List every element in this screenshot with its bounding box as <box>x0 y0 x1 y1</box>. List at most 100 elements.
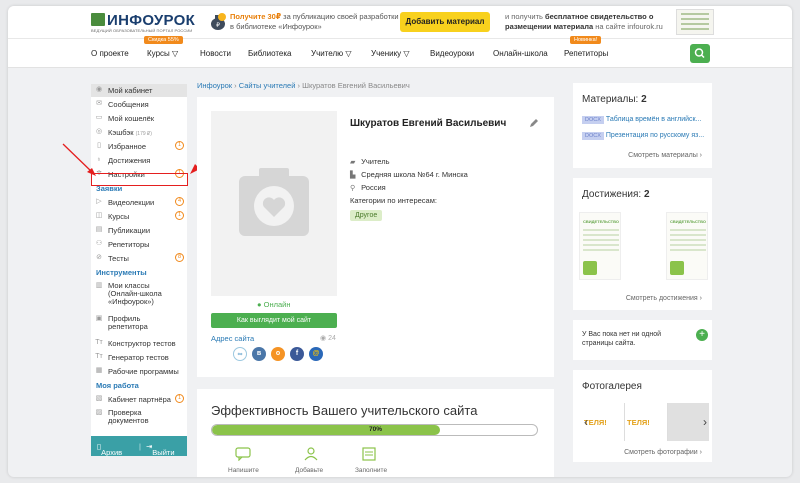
vk-icon[interactable]: в <box>252 347 266 361</box>
chevron-left-icon[interactable]: ‹ <box>582 414 590 430</box>
interest-tag[interactable]: Другое <box>350 210 383 221</box>
mail-icon[interactable]: @ <box>309 347 323 361</box>
nav-teacher[interactable]: Учителю ▽ <box>311 49 352 58</box>
sidebar-item-favorites[interactable]: ▯ Избранное 1 <box>91 140 187 153</box>
sidebar-item-tutor-profile[interactable]: ▣ Профиль репетитора <box>91 313 187 333</box>
sidebar-item-messages[interactable]: ✉ Сообщения <box>91 98 187 111</box>
view-materials-link[interactable]: Смотреть материалы › <box>628 152 702 159</box>
nav-video-lessons[interactable]: Видеоуроки <box>430 49 474 58</box>
effectiveness-progress-bar: 70% <box>211 424 538 436</box>
breadcrumb-current: Шкуратов Евгений Васильевич <box>302 81 410 90</box>
footer-divider: | <box>139 442 141 451</box>
breadcrumb-root[interactable]: Инфоурок <box>197 81 232 90</box>
add-page-button[interactable]: + <box>696 329 708 341</box>
logout-button[interactable]: ⇥ Выйти <box>146 442 175 457</box>
sidebar-item-docs-check[interactable]: ▨ Проверка документов <box>91 407 187 427</box>
svg-text:₽: ₽ <box>216 22 220 29</box>
view-my-site-button[interactable]: Как выглядит мой сайт <box>211 313 337 328</box>
sidebar-item-publications[interactable]: ▤ Публикации <box>91 224 187 237</box>
share-link-icon[interactable]: ∞ <box>233 347 247 361</box>
step-write: Напишите <box>228 467 259 474</box>
settings-highlight-box <box>91 173 188 186</box>
eye-icon: ◉ <box>320 335 329 342</box>
sidebar-item-work-programs[interactable]: ▦ Рабочие программы <box>91 365 187 378</box>
material-item[interactable]: DOCX Презентация по русскому яз... <box>582 132 704 142</box>
chevron-right-icon[interactable]: › <box>701 414 709 430</box>
browser-frame: ИНФОУРОК ВЕДУЩИЙ ОБРАЗОВАТЕЛЬНЫЙ ПОРТАЛ … <box>8 6 792 477</box>
add-user-icon <box>304 447 318 461</box>
view-achievements-link[interactable]: Смотреть достижения › <box>626 295 702 302</box>
briefcase-icon: ▰ <box>350 159 356 166</box>
video-icon: ▷ <box>96 198 102 205</box>
calendar-icon: ▦ <box>95 367 103 374</box>
sidebar-item-videolectures[interactable]: ▷ Видеолекции 4 <box>91 196 187 209</box>
sidebar-item-test-generator[interactable]: Tт Генератор тестов <box>91 351 187 364</box>
form-icon <box>362 447 376 461</box>
gallery-card: Фотогалерея ТЕЛЯ! ТЕЛЯ! ‹ › Смотреть фот… <box>573 370 712 462</box>
sidebar-item-tests[interactable]: ⊘ Тесты 8 <box>91 252 187 265</box>
money-bag-icon: ₽ <box>211 13 226 30</box>
nav-library[interactable]: Библиотека <box>248 49 292 58</box>
medal-icon: ♁ <box>96 156 102 163</box>
progress-label: 70% <box>368 426 382 433</box>
facebook-icon[interactable]: f <box>290 347 304 361</box>
profile-card: ● Онлайн Как выглядит мой сайт Адрес сай… <box>197 97 554 377</box>
wallet-icon: ▭ <box>95 114 103 121</box>
nav-tutors[interactable]: Репетиторы <box>564 49 608 58</box>
archive-button[interactable]: ▯ Архив <box>97 442 122 457</box>
profile-icon: ▣ <box>95 315 103 322</box>
main-nav: Скидка 55% Новинка! О проекте Курсы ▽ Но… <box>8 36 792 68</box>
effectiveness-title: Эффективность Вашего учительского сайта <box>211 403 478 418</box>
add-material-button[interactable]: Добавить материал <box>400 12 490 32</box>
docx-badge: DOCX <box>582 116 604 124</box>
no-pages-text: У Вас пока нет ни одной страницы сайта. <box>582 331 662 347</box>
sidebar-item-cashback[interactable]: ◎ Кэшбэк (179 ₽) <box>91 126 187 139</box>
breadcrumb-sites[interactable]: Сайты учителей <box>239 81 296 90</box>
logo-tagline: ВЕДУЩИЙ ОБРАЗОВАТЕЛЬНЫЙ ПОРТАЛ РОССИИ <box>91 28 193 33</box>
sidebar-item-cabinet[interactable]: ◉ Мой кабинет <box>91 84 187 97</box>
nav-student[interactable]: Ученику ▽ <box>371 49 410 58</box>
materials-title: Материалы: 2 <box>582 94 647 105</box>
sidebar-heading-work: Моя работа <box>96 381 139 390</box>
site-address-link[interactable]: Адрес сайта <box>211 334 254 343</box>
site-logo[interactable]: ИНФОУРОК <box>91 12 195 29</box>
sidebar-item-courses[interactable]: ◫ Курсы 1 <box>91 210 187 223</box>
course-icon: ◫ <box>95 212 103 219</box>
sidebar-item-test-builder[interactable]: Tт Конструктор тестов <box>91 337 187 350</box>
certificate-image[interactable]: СВИДЕТЕЛЬСТВО <box>666 212 708 280</box>
breadcrumb: Инфоурок › Сайты учителей › Шкуратов Евг… <box>197 81 410 90</box>
gallery-photo[interactable]: ТЕЛЯ! <box>625 403 667 441</box>
chat-icon <box>235 447 251 461</box>
document-icon: ▤ <box>95 226 103 233</box>
profile-country: ⚲ Россия <box>350 183 386 192</box>
sidebar-item-achievements[interactable]: ♁ Достижения <box>91 154 187 167</box>
nav-about[interactable]: О проекте <box>91 49 129 58</box>
search-icon <box>694 48 705 59</box>
sidebar-heading-tools: Инструменты <box>96 268 147 277</box>
profile-school: ▙ Средняя школа №64 г. Минска <box>350 170 468 179</box>
photo-placeholder-icon <box>239 168 309 236</box>
site-pages-card: У Вас пока нет ни одной страницы сайта. + <box>573 320 712 360</box>
photo-carousel: ТЕЛЯ! ТЕЛЯ! ‹ › <box>582 403 709 441</box>
sidebar-item-tutors[interactable]: ⚇ Репетиторы <box>91 238 187 251</box>
partner-count-badge: 1 <box>175 394 184 403</box>
sidebar-item-partner[interactable]: ▧ Кабинет партнёра 1 <box>91 393 187 406</box>
edit-pencil-icon[interactable] <box>529 118 539 128</box>
interests-label: Категории по интересам: <box>350 196 437 205</box>
search-button[interactable] <box>690 44 710 63</box>
ok-icon[interactable]: о <box>271 347 285 361</box>
materials-card: Материалы: 2 DOCX Таблица времён в англий… <box>573 83 712 168</box>
certificate-image[interactable]: СВИДЕТЕЛЬСТВО <box>579 212 621 280</box>
sidebar-item-my-classes[interactable]: ▥ Мои классы (Онлайн-школа «Инфоурок») <box>91 280 187 310</box>
user-icon: ◉ <box>95 86 103 93</box>
gallery-title: Фотогалерея <box>582 381 642 392</box>
sidebar-item-wallet[interactable]: ▭ Мой кошелёк <box>91 112 187 125</box>
envelope-icon: ✉ <box>96 100 102 107</box>
text-icon: Tт <box>95 339 103 346</box>
certificate-thumbnail <box>676 9 714 35</box>
material-item[interactable]: DOCX Таблица времён в английск... <box>582 116 701 126</box>
nav-news[interactable]: Новости <box>200 49 231 58</box>
view-photos-link[interactable]: Смотреть фотографии › <box>624 449 702 456</box>
nav-online-school[interactable]: Онлайн-школа <box>493 49 548 58</box>
nav-courses[interactable]: Курсы ▽ <box>147 49 178 58</box>
